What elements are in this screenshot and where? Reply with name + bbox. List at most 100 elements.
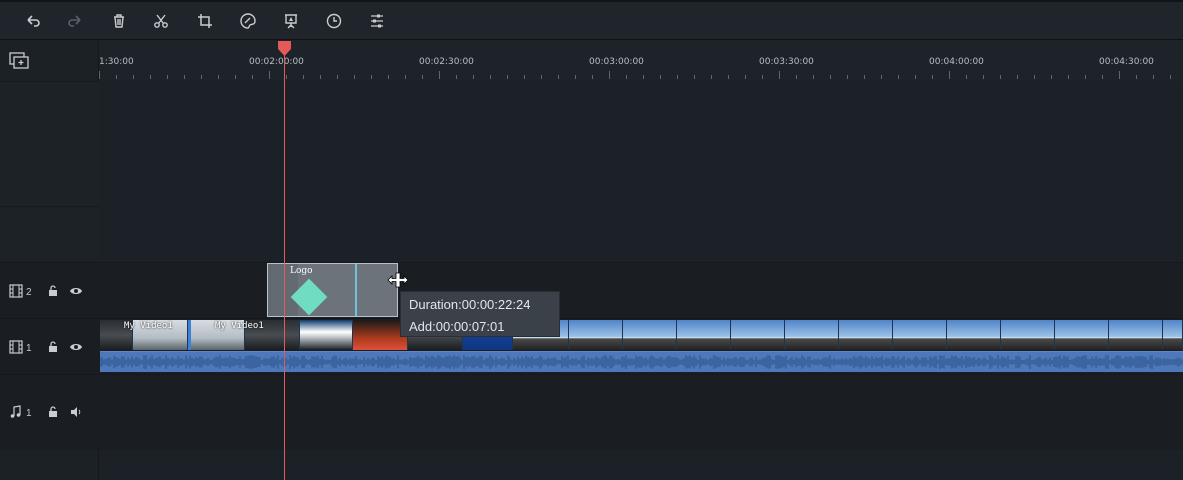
ruler-tick xyxy=(864,75,865,79)
video-frame-thumbnail xyxy=(1163,320,1183,350)
ruler-tick xyxy=(745,75,746,79)
ruler-tick xyxy=(949,71,950,79)
ruler-tick xyxy=(1051,75,1052,79)
ruler-tick xyxy=(1170,75,1171,79)
ruler-tick xyxy=(915,75,916,79)
ruler-tick xyxy=(932,75,933,79)
adjust-button[interactable] xyxy=(365,9,389,33)
split-button[interactable] xyxy=(149,9,173,33)
ruler-tick xyxy=(983,75,984,79)
ruler-tick xyxy=(252,75,253,79)
ruler-tick xyxy=(184,75,185,79)
lock-icon[interactable] xyxy=(46,405,60,419)
video-frame-thumbnail xyxy=(569,320,623,350)
ruler-tick xyxy=(269,71,270,79)
ruler-label: 00:03:30:00 xyxy=(759,57,814,67)
ruler-tick xyxy=(660,75,661,79)
playhead-handle[interactable] xyxy=(277,41,292,56)
ruler-tick xyxy=(235,75,236,79)
waveform-path xyxy=(99,355,1183,369)
ruler-tick xyxy=(847,75,848,79)
audio-waveform-clip[interactable] xyxy=(99,351,1183,372)
ruler-tick xyxy=(1085,75,1086,79)
scissors-icon xyxy=(154,14,168,28)
video-frame-thumbnail xyxy=(839,320,893,350)
clock-icon xyxy=(326,13,342,29)
track-header-audio-1: 1 xyxy=(0,375,99,450)
ruler-tick xyxy=(694,75,695,79)
track-video-2[interactable]: 2 xyxy=(0,262,1183,318)
video-frame-thumbnail xyxy=(623,320,677,350)
ruler-tick xyxy=(1017,75,1018,79)
toolbar-top-border xyxy=(0,0,1183,2)
video-frame-thumbnail xyxy=(785,320,839,350)
delete-button[interactable] xyxy=(107,9,131,33)
lock-icon[interactable] xyxy=(46,284,60,298)
lock-icon[interactable] xyxy=(46,340,60,354)
sliders-icon xyxy=(371,14,383,28)
ruler-tick xyxy=(609,71,610,79)
ruler-tick xyxy=(116,75,117,79)
track-number: 1 xyxy=(26,343,32,354)
crop-icon xyxy=(198,14,212,28)
speed-button[interactable] xyxy=(322,9,346,33)
tooltip-add: Add:00:00:07:01 xyxy=(409,319,505,334)
ruler-tick xyxy=(456,75,457,79)
ruler-tick xyxy=(473,75,474,79)
video-clip-label: My Video1 xyxy=(215,321,264,331)
presentation-button[interactable] xyxy=(279,9,303,33)
ruler-tick xyxy=(575,75,576,79)
track-audio-1[interactable]: 1 xyxy=(0,374,1183,450)
ruler-label: 00:03:00:00 xyxy=(589,57,644,67)
timeline-ruler[interactable]: 1:30:00 00:02:00:00 00:02:30:00 00:03:00… xyxy=(99,41,1183,81)
ruler-tick xyxy=(490,75,491,79)
eye-icon[interactable] xyxy=(69,340,83,354)
ruler-tick xyxy=(1102,75,1103,79)
ruler-tick xyxy=(354,75,355,79)
ruler-tick xyxy=(813,75,814,79)
playhead-line[interactable] xyxy=(284,48,285,480)
audio-waveform xyxy=(99,355,1183,369)
music-note-icon xyxy=(10,405,21,418)
undo-button[interactable] xyxy=(21,9,45,33)
ruler-tick xyxy=(881,75,882,79)
video-frame-thumbnail xyxy=(300,320,353,350)
ruler-label: 00:02:00:00 xyxy=(249,57,304,67)
undo-icon xyxy=(27,15,40,27)
ruler-label: 00:04:30:00 xyxy=(1099,57,1154,67)
ruler-tick xyxy=(507,75,508,79)
track-header-video-2: 2 xyxy=(0,263,99,318)
ruler-tick xyxy=(558,75,559,79)
empty-track-header xyxy=(0,206,99,262)
video-clip-label: My Video1 xyxy=(124,321,173,331)
film-icon xyxy=(9,284,23,298)
logo-clip[interactable]: Logo xyxy=(267,263,398,317)
add-track-button[interactable] xyxy=(9,52,31,72)
ruler-tick xyxy=(201,75,202,79)
ruler-tick xyxy=(1068,75,1069,79)
ruler-tick xyxy=(1119,71,1120,79)
ruler-tick xyxy=(711,75,712,79)
eye-icon[interactable] xyxy=(69,284,83,298)
crop-button[interactable] xyxy=(193,9,217,33)
presentation-icon xyxy=(285,14,297,29)
redo-button[interactable] xyxy=(63,9,87,33)
ruler-tick xyxy=(1034,75,1035,79)
ruler-tick xyxy=(167,75,168,79)
logo-clip-marker xyxy=(355,264,357,316)
ruler-tick xyxy=(524,75,525,79)
trash-icon xyxy=(114,14,124,28)
track-header-video-1: 1 xyxy=(0,319,99,374)
palette-icon xyxy=(240,13,256,29)
ruler-tick xyxy=(439,71,440,79)
ruler-tick xyxy=(133,75,134,79)
speaker-icon[interactable] xyxy=(69,405,83,419)
ruler-tick xyxy=(1000,75,1001,79)
video-frame-thumbnail xyxy=(947,320,1001,350)
ruler-tick xyxy=(99,71,100,79)
ruler-tick xyxy=(371,75,372,79)
video-clip-strip[interactable]: My Video1 My Video1 xyxy=(100,320,1183,350)
color-button[interactable] xyxy=(236,9,260,33)
ruler-label: 1:30:00 xyxy=(99,57,134,67)
logo-clip-label: Logo xyxy=(290,266,313,276)
